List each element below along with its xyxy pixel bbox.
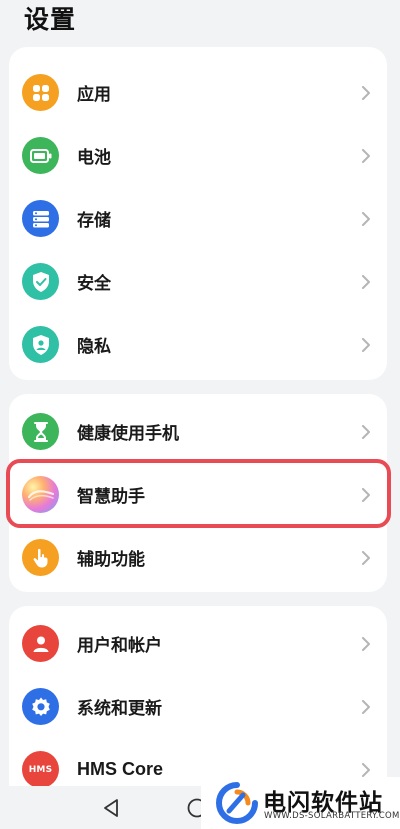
watermark: 电闪软件站 WWW.DS-SOLARBATTERY.COM xyxy=(201,777,400,829)
hms-icon-text: HMS xyxy=(28,764,53,775)
settings-item-battery[interactable]: 电池 xyxy=(9,124,387,187)
settings-item-label: 电池 xyxy=(77,148,111,168)
settings-item-storage[interactable]: 存储 xyxy=(9,187,387,250)
settings-item-label: 系统和更新 xyxy=(77,699,162,719)
settings-group-1: 应用 电池 存储 安全 隐私 xyxy=(9,47,387,380)
storage-icon xyxy=(22,200,59,237)
chevron-right-icon xyxy=(362,337,370,352)
chevron-right-icon xyxy=(362,424,370,439)
settings-item-label: 用户和帐户 xyxy=(77,636,162,656)
watermark-url: WWW.DS-SOLARBATTERY.COM xyxy=(264,811,400,821)
settings-item-system-update[interactable]: 系统和更新 xyxy=(9,675,387,738)
shield-icon xyxy=(22,263,59,300)
settings-item-label: HMS Core xyxy=(77,759,164,779)
settings-item-accessibility[interactable]: 辅助功能 xyxy=(9,526,387,589)
settings-item-label: 健康使用手机 xyxy=(77,424,179,444)
user-icon xyxy=(22,625,59,662)
hand-icon xyxy=(22,539,59,576)
hourglass-icon xyxy=(22,413,59,450)
page-title: 设置 xyxy=(24,5,77,34)
back-triangle-icon[interactable] xyxy=(102,798,120,818)
settings-group-3: 用户和帐户 系统和更新 HMS HMS Core xyxy=(9,606,387,806)
chevron-right-icon xyxy=(362,148,370,163)
apps-icon xyxy=(22,74,59,111)
settings-item-digital-balance[interactable]: 健康使用手机 xyxy=(9,400,387,463)
chevron-right-icon xyxy=(362,550,370,565)
chevron-right-icon xyxy=(362,762,370,777)
system-gear-icon xyxy=(22,688,59,725)
settings-item-security[interactable]: 安全 xyxy=(9,250,387,313)
hms-icon: HMS xyxy=(22,751,59,788)
watermark-logo-icon xyxy=(216,782,258,824)
settings-screen: 设置 应用 电池 存储 安全 隐私 健康使用手机 智慧助手 辅助功能 用户和帐户… xyxy=(0,0,400,829)
settings-item-privacy[interactable]: 隐私 xyxy=(9,313,387,376)
settings-item-label: 安全 xyxy=(77,274,111,294)
privacy-icon xyxy=(22,326,59,363)
chevron-right-icon xyxy=(362,636,370,651)
chevron-right-icon xyxy=(362,699,370,714)
chevron-right-icon xyxy=(362,211,370,226)
settings-item-label: 辅助功能 xyxy=(77,550,145,570)
settings-item-label: 存储 xyxy=(77,211,111,231)
settings-item-label: 隐私 xyxy=(77,337,111,357)
settings-item-apps[interactable]: 应用 xyxy=(9,61,387,124)
battery-icon xyxy=(22,137,59,174)
chevron-right-icon xyxy=(362,274,370,289)
settings-item-users-accounts[interactable]: 用户和帐户 xyxy=(9,612,387,675)
settings-item-label: 应用 xyxy=(77,85,111,105)
chevron-right-icon xyxy=(362,85,370,100)
highlight-frame xyxy=(6,459,391,528)
